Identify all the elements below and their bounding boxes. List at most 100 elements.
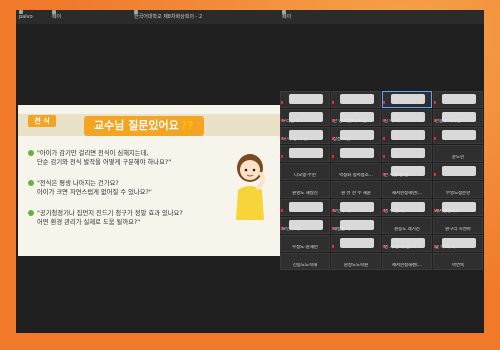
cartoon-girl-thinking-icon <box>236 154 265 220</box>
participant-name: 남성도도학원 <box>343 263 369 268</box>
muted-mic-icon <box>281 155 283 158</box>
participant-video <box>442 130 476 140</box>
muted-mic-icon <box>383 155 385 158</box>
participant-tile[interactable] <box>382 145 432 162</box>
participant-name: 윤도현 <box>451 155 465 160</box>
shared-slide: 천 식 교수님 질문있어요?? "아이가 감기만 걸리면 천식이 심해지는데, … <box>18 105 280 256</box>
participant-tile[interactable]: 김 이 서 <box>382 109 432 126</box>
participant-name: 삼성 어린 <box>333 137 351 142</box>
participant-name: 신동도도학해 <box>292 263 318 268</box>
participant-tile[interactable]: 아연숙 <box>433 253 483 270</box>
question-marks: ?? <box>180 119 194 132</box>
participant-tile[interactable] <box>331 91 381 108</box>
participant-tile[interactable]: 원동도 레기진 <box>382 217 432 234</box>
participant-tile[interactable] <box>280 145 330 162</box>
participant-video <box>289 202 323 212</box>
muted-mic-icon <box>281 209 283 212</box>
muted-mic-icon <box>383 137 385 140</box>
bullet-icon <box>28 150 34 156</box>
participant-tile[interactable] <box>280 91 330 108</box>
muted-mic-icon <box>332 245 334 248</box>
participant-grid: 우리집 식 한 명 어린이 소 한 김 이 서 한중부 자녀상하 나 경 어 린 삼성 … <box>280 91 484 271</box>
participant-name: 해법을 해 <box>333 227 351 232</box>
participant-video <box>340 94 374 104</box>
participant-tile[interactable]: 영 우 환 해 <box>382 199 432 216</box>
muted-mic-icon <box>281 101 283 104</box>
participant-video <box>391 130 425 140</box>
participant-name: 원구리 시엔야 <box>445 227 471 232</box>
muted-mic-icon <box>434 137 436 140</box>
participant-name: 한 사람 정 한 <box>384 173 409 178</box>
question-2: "천식은 평생 나아지는 건가요? 아이가 크면 자연스럽게 없어질 수 있나요… <box>28 179 218 197</box>
participant-name: 명 과 정 해 진 <box>384 245 410 250</box>
participant-tile[interactable]: 우리집 식 <box>280 109 330 126</box>
video-conference-window: palvo 페이 한국어대학교 제8차화상회의 - 2 페이 천 식 교수님 질… <box>16 10 484 333</box>
participant-video <box>340 238 374 248</box>
participant-tile[interactable] <box>331 235 381 252</box>
participant-tile[interactable] <box>433 127 483 144</box>
window-title-bar: palvo 페이 한국어대학교 제8차화상회의 - 2 페이 <box>16 10 484 24</box>
participant-tile[interactable]: 디오랭-수현 <box>280 163 330 180</box>
participant-tile[interactable]: 한 명 어린이 소 한 <box>331 109 381 126</box>
participant-name: 세서한정해센(... <box>391 263 423 268</box>
participant-name: 우리집 식 <box>282 119 300 124</box>
participant-name: 부엉도정준란 <box>445 191 471 196</box>
participant-tile[interactable]: 해법을 해 <box>331 217 381 234</box>
participant-video <box>289 148 323 158</box>
participant-name: 영 우 환 해 <box>384 209 405 214</box>
participant-name: 원동도 레기진 <box>394 227 420 232</box>
muted-mic-icon <box>434 101 436 104</box>
participant-tile[interactable]: 보민주 태 <box>331 199 381 216</box>
participant-tile[interactable]: 보민주 해 <box>280 217 330 234</box>
participant-name: 새서현정해란(... <box>391 191 423 196</box>
participant-tile[interactable]: 삼성 어린 <box>331 127 381 144</box>
participant-name: 하 나 경 어 린 <box>282 137 308 142</box>
participant-tile[interactable]: 신동도도학해 <box>280 253 330 270</box>
participant-name: 새서한정해주 <box>435 209 460 214</box>
participant-name: 원 유 한 수 해윤 <box>341 191 371 196</box>
participant-tile[interactable] <box>331 145 381 162</box>
participant-tile[interactable] <box>382 91 432 108</box>
participant-tile[interactable]: 부엉도정준란 <box>433 181 483 198</box>
participant-tile[interactable] <box>433 163 483 180</box>
muted-mic-icon <box>332 101 334 104</box>
participant-tile[interactable]: 한 사람 정 한 <box>382 163 432 180</box>
orange-background: palvo 페이 한국어대학교 제8차화상회의 - 2 페이 천 식 교수님 질… <box>0 0 500 350</box>
participant-tile[interactable]: 원 유 한 수 해윤 <box>331 181 381 198</box>
slide-title: 교수님 질문있어요?? <box>84 116 204 136</box>
participant-name: 보민주 해 <box>282 227 300 232</box>
participant-tile[interactable]: 원구리 시엔야 <box>433 217 483 234</box>
participant-tile[interactable] <box>280 199 330 216</box>
question-3: "공기청정기나 집먼지 진드기 청구가 정말 효과 있나요? 어떤 환경 관리가… <box>28 209 218 227</box>
participant-tile[interactable]: 박정화 정서청소... <box>331 163 381 180</box>
participant-video <box>391 94 425 104</box>
participant-video <box>340 148 374 158</box>
participant-tile[interactable]: 윤도현 <box>433 145 483 162</box>
participant-tile[interactable]: 하 나 경 어 린 <box>280 127 330 144</box>
muted-mic-icon <box>383 101 385 104</box>
muted-mic-icon <box>434 173 436 176</box>
participant-video <box>442 94 476 104</box>
participant-name: 디오랭-수현 <box>294 173 316 178</box>
question-1: "아이가 감기만 걸리면 천식이 심해지는데, 단순 감기와 천식 발작을 어떻… <box>28 149 218 167</box>
participant-name: 김 이 서 <box>384 119 399 124</box>
participant-video <box>289 94 323 104</box>
participant-tile[interactable]: 새서한정해주 <box>433 199 483 216</box>
participant-tile[interactable]: 한중부 자녀상 <box>433 109 483 126</box>
participant-video <box>442 166 476 176</box>
participant-tile[interactable] <box>433 91 483 108</box>
participant-name: 박정화 정서청소... <box>339 173 373 178</box>
participant-tile[interactable]: 원영도 해살진 <box>280 181 330 198</box>
participant-tile[interactable]: 우정도-윤재현 <box>280 235 330 252</box>
participant-name: 한중부 자녀상 <box>435 119 461 124</box>
participant-tile[interactable] <box>382 127 432 144</box>
participant-tile[interactable]: 명 과 정 해 진 <box>382 235 432 252</box>
participant-video <box>391 148 425 158</box>
participant-tile[interactable]: 남성도도학원 <box>331 253 381 270</box>
bullet-icon <box>28 180 34 186</box>
participant-tile[interactable]: 새서현정해란(... <box>382 181 432 198</box>
participant-tile[interactable]: 세서한정해센(... <box>382 253 432 270</box>
participant-name: 아연숙 <box>451 263 465 268</box>
participant-tile[interactable]: 꽃 이 리 해 <box>433 235 483 252</box>
participant-name: 보민주 태 <box>333 209 351 214</box>
